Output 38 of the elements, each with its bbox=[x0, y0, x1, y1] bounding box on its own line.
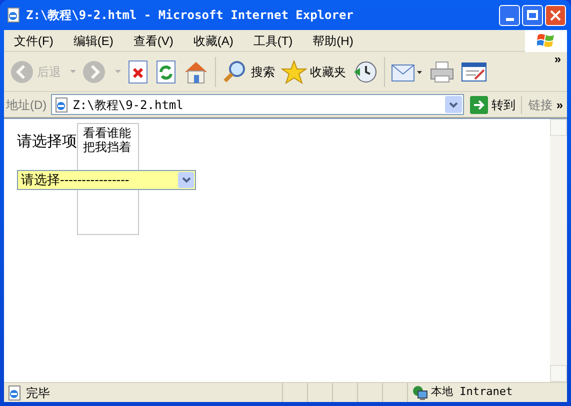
house-icon bbox=[183, 60, 209, 84]
maximize-button[interactable] bbox=[522, 4, 543, 26]
refresh-icon bbox=[155, 60, 177, 84]
globe-computer-icon bbox=[412, 384, 428, 400]
star-icon bbox=[281, 60, 307, 84]
clock-arrow-icon bbox=[352, 60, 378, 84]
browser-icon bbox=[7, 384, 23, 400]
menu-item[interactable]: 查看(V) bbox=[127, 32, 180, 50]
magnifier-icon bbox=[222, 60, 248, 84]
close-icon bbox=[550, 10, 561, 20]
vertical-scrollbar[interactable] bbox=[550, 119, 567, 382]
status-text: 完毕 bbox=[26, 384, 51, 402]
minimize-button[interactable] bbox=[499, 4, 520, 26]
menu-item[interactable]: 收藏(A) bbox=[187, 32, 240, 50]
menu-item[interactable]: 编辑(E) bbox=[67, 32, 120, 50]
menu-item[interactable]: 帮助(H) bbox=[306, 32, 360, 50]
page-icon bbox=[54, 96, 70, 112]
address-label: 地址(D) bbox=[6, 96, 47, 114]
page-label: 请选择项 bbox=[17, 132, 77, 152]
stop-icon bbox=[127, 60, 149, 84]
windows-logo-icon bbox=[537, 32, 555, 48]
browser-icon bbox=[6, 7, 22, 23]
printer-icon bbox=[429, 60, 455, 84]
more-chevron[interactable]: » bbox=[554, 52, 561, 66]
menu-item[interactable]: 工具(T) bbox=[247, 32, 299, 50]
search-button[interactable]: 搜索 bbox=[220, 54, 277, 90]
go-button[interactable]: 转到 bbox=[468, 96, 518, 114]
window-title: Z:\教程\9-2.html - Microsoft Internet Explorer bbox=[26, 7, 354, 24]
more-chevron[interactable]: » bbox=[556, 96, 563, 114]
menu-item[interactable]: 文件(F) bbox=[8, 32, 60, 50]
links-label[interactable]: 链接 bbox=[521, 96, 552, 114]
overlay-text: 看看谁能把我挡着 bbox=[83, 126, 132, 154]
notepad-pencil-icon bbox=[461, 60, 487, 84]
favorites-button[interactable]: 收藏夹 bbox=[279, 54, 348, 90]
address-field[interactable]: Z:\教程\9-2.html bbox=[50, 94, 464, 115]
close-button[interactable] bbox=[545, 4, 566, 26]
zone-text: 本地 Intranet bbox=[431, 384, 513, 400]
select-dropdown[interactable]: 请选择---------------- bbox=[17, 170, 196, 190]
